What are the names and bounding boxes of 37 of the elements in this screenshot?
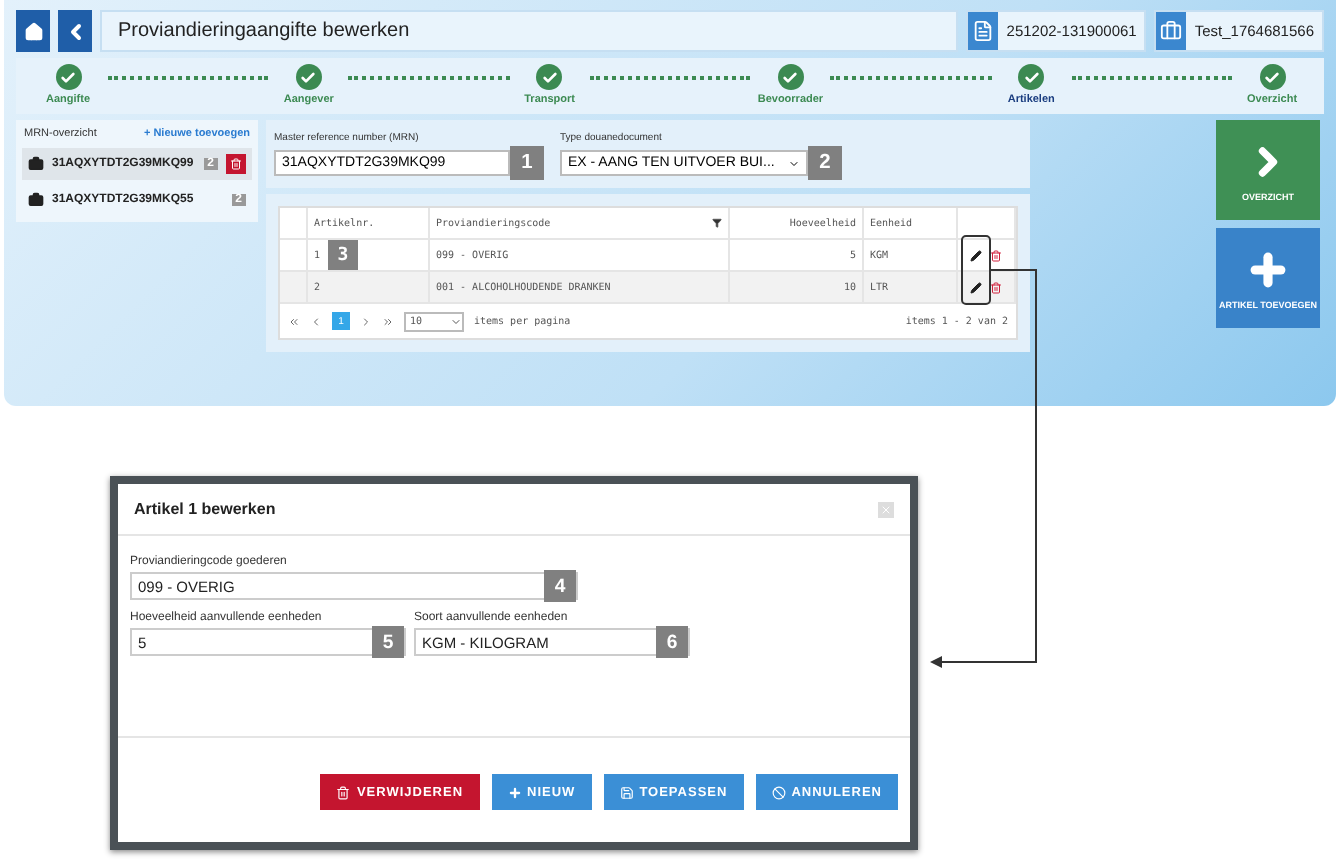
check-circle-icon bbox=[295, 64, 322, 90]
first-page-icon[interactable] bbox=[288, 315, 300, 327]
trash-icon[interactable] bbox=[990, 249, 1002, 261]
check-circle-icon bbox=[1018, 64, 1045, 90]
filter-icon[interactable] bbox=[712, 218, 722, 228]
number-marker: 4 bbox=[544, 570, 576, 602]
edit-icon[interactable] bbox=[970, 281, 982, 293]
save-icon bbox=[619, 785, 634, 799]
number-marker: 3 bbox=[328, 240, 359, 270]
delete-button[interactable] bbox=[226, 154, 246, 174]
number-marker: 5 bbox=[372, 626, 404, 658]
dialog-title: Artikel 1 bewerken bbox=[134, 500, 276, 518]
check-circle-icon bbox=[1259, 64, 1286, 90]
plus-icon bbox=[507, 785, 522, 799]
ban-icon bbox=[771, 785, 786, 799]
highlight-frame bbox=[961, 235, 991, 305]
dropdown-icon bbox=[450, 315, 462, 327]
page-title: Proviandieringaangifte bewerken bbox=[100, 10, 959, 52]
trash-icon[interactable] bbox=[990, 281, 1002, 293]
home-icon bbox=[23, 21, 43, 41]
plus-icon bbox=[1246, 247, 1290, 291]
edit-icon[interactable] bbox=[970, 249, 982, 261]
number-marker: 2 bbox=[808, 146, 842, 180]
briefcase-icon bbox=[1156, 12, 1187, 50]
check-circle-icon bbox=[777, 64, 804, 90]
trash-icon bbox=[336, 785, 351, 799]
check-circle-icon bbox=[536, 64, 563, 90]
briefcase-icon bbox=[28, 192, 44, 208]
dropdown-icon bbox=[788, 157, 800, 169]
back-button[interactable] bbox=[58, 10, 92, 52]
check-circle-icon bbox=[55, 64, 81, 90]
number-marker: 6 bbox=[656, 626, 688, 658]
last-page-icon[interactable] bbox=[382, 315, 394, 327]
number-marker: 1 bbox=[510, 146, 544, 180]
briefcase-icon bbox=[28, 156, 44, 172]
home-button[interactable] bbox=[16, 10, 50, 52]
document-icon bbox=[968, 12, 999, 50]
